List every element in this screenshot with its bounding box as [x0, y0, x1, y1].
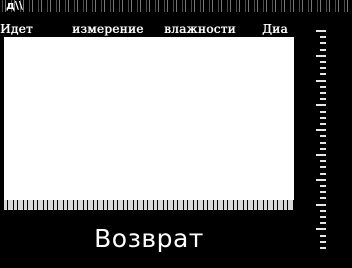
scale-tick	[320, 160, 326, 163]
top-noise-strip	[0, 0, 352, 12]
status-word-3: влажности	[164, 22, 236, 36]
scale-tick	[320, 147, 326, 150]
scale-tick	[320, 216, 326, 218]
scale-tick	[320, 36, 326, 39]
corner-mark: д\\	[6, 0, 23, 12]
scale-tick	[320, 123, 326, 125]
scale-tick	[320, 222, 326, 225]
panel-bottom-edge	[4, 200, 294, 210]
scale-tick	[320, 110, 326, 113]
scale-tick	[316, 203, 326, 206]
content-panel	[4, 37, 294, 200]
scale-tick	[316, 129, 326, 132]
scale-tick	[316, 154, 326, 156]
scale-tick	[320, 135, 326, 138]
scale-tick	[316, 30, 326, 32]
device-screen: д\\ Идет измерение влажности Диа Возврат	[0, 0, 352, 268]
status-word-2: измерение	[72, 22, 144, 36]
scale-tick	[316, 54, 326, 57]
scale-tick	[316, 178, 326, 181]
scale-tick	[320, 197, 326, 200]
status-word-4: Диа	[262, 22, 288, 36]
scale-tick	[316, 228, 326, 231]
scale-tick	[320, 240, 326, 243]
scale-tick	[320, 191, 326, 194]
scale-tick	[320, 85, 326, 88]
side-scale	[302, 30, 348, 258]
scale-tick	[320, 48, 326, 51]
scale-tick	[320, 61, 326, 63]
scale-tick	[320, 166, 326, 169]
return-button[interactable]: Возврат	[4, 214, 294, 264]
scale-tick	[320, 73, 326, 76]
scale-tick	[316, 104, 326, 107]
status-message: Идет измерение влажности Диа	[0, 22, 300, 36]
scale-tick	[320, 92, 326, 94]
scale-tick	[320, 141, 326, 144]
scale-tick	[320, 67, 326, 70]
status-word-1: Идет	[0, 22, 33, 36]
scale-tick	[320, 42, 326, 45]
scale-tick	[320, 185, 326, 187]
scale-tick	[320, 247, 326, 249]
scale-tick	[320, 116, 326, 119]
scale-tick	[320, 98, 326, 101]
scale-tick	[320, 209, 326, 212]
scale-tick	[320, 172, 326, 175]
scale-tick	[320, 234, 326, 237]
scale-tick	[316, 79, 326, 82]
